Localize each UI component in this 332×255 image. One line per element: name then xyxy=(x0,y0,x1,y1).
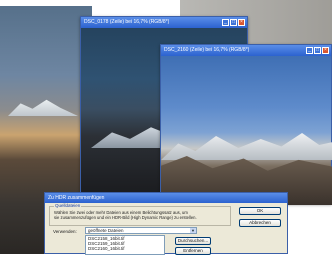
window-titlebar[interactable]: DSC_2160 (Zeile) bei 16,7% (RGB/8*) _ □ … xyxy=(161,45,331,56)
window-controls: _ □ × xyxy=(222,19,245,26)
ok-button[interactable]: OK xyxy=(239,207,281,215)
minimize-button[interactable]: _ xyxy=(222,19,229,26)
document-canvas[interactable] xyxy=(161,56,332,205)
group-legend: Quelldateien xyxy=(54,203,82,208)
window-title: DSC_2160 (Zeile) bei 16,7% (RGB/8*) xyxy=(164,47,250,53)
document-window-front[interactable]: DSC_2160 (Zeile) bei 16,7% (RGB/8*) _ □ … xyxy=(160,44,332,205)
browse-button[interactable]: Durchsuchen... xyxy=(175,237,211,245)
file-list[interactable]: DSC2158_16bit.tif DSC2159_16bit.tif DSC2… xyxy=(85,235,165,255)
use-select[interactable]: geöffnete Dateien ▼ xyxy=(85,227,197,234)
close-button[interactable]: × xyxy=(238,19,245,26)
cancel-button[interactable]: Abbrechen xyxy=(239,219,281,227)
chevron-down-icon[interactable]: ▼ xyxy=(190,228,196,233)
dialog-titlebar[interactable]: Zu HDR zusammenfügen xyxy=(45,193,287,203)
use-select-value: geöffnete Dateien xyxy=(88,228,124,233)
maximize-button[interactable]: □ xyxy=(314,47,321,54)
close-button[interactable]: × xyxy=(322,47,329,54)
mountain-snow xyxy=(8,99,78,116)
window-controls: _ □ × xyxy=(306,47,329,54)
merge-to-hdr-dialog[interactable]: Zu HDR zusammenfügen Quelldateien Wählen… xyxy=(44,192,288,255)
group-description: Wählen Sie zwei oder mehr Dateien aus ei… xyxy=(54,210,226,220)
window-title: DSC_0178 (Zeile) bei 16,7% (RGB/8*) xyxy=(84,19,170,25)
list-item[interactable]: DSC2160_16bit.tif xyxy=(86,246,164,251)
snow-peaks xyxy=(161,133,332,160)
minimize-button[interactable]: _ xyxy=(306,47,313,54)
window-titlebar[interactable]: DSC_0178 (Zeile) bei 16,7% (RGB/8*) _ □ … xyxy=(81,17,247,28)
source-files-group: Quelldateien Wählen Sie zwei oder mehr D… xyxy=(49,203,231,226)
maximize-button[interactable]: □ xyxy=(230,19,237,26)
dialog-title: Zu HDR zusammenfügen xyxy=(48,195,105,201)
description-line: sie zusammenzufügen und ein HDR-Bild (Hi… xyxy=(54,215,197,220)
use-label: Verwenden: xyxy=(53,229,77,234)
